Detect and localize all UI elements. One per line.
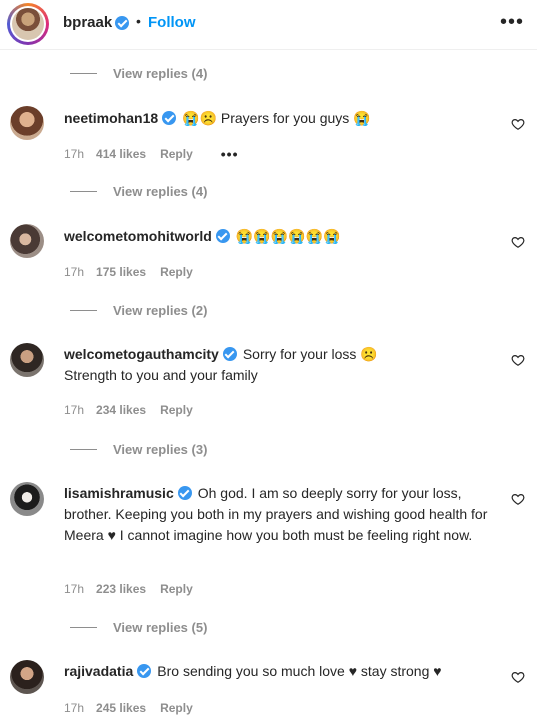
reply-button[interactable]: Reply: [160, 147, 193, 161]
comment-username[interactable]: rajivadatia: [64, 663, 133, 679]
comment-meta: 17h 234 likes Reply: [64, 403, 193, 417]
comment-meta: 17h 414 likes Reply •••: [64, 146, 238, 162]
heart-icon[interactable]: [511, 492, 525, 506]
header-avatar[interactable]: [7, 3, 49, 45]
comment-more-icon[interactable]: •••: [221, 146, 239, 162]
reply-button[interactable]: Reply: [160, 582, 193, 596]
more-options-icon[interactable]: •••: [500, 12, 524, 32]
comment-time: 17h: [64, 265, 85, 279]
comment-likes[interactable]: 175 likes: [96, 265, 146, 279]
replies-divider: [70, 191, 97, 192]
heart-icon[interactable]: [511, 353, 525, 367]
reply-button[interactable]: Reply: [160, 701, 193, 715]
verified-icon: [115, 16, 129, 30]
verified-icon: [177, 486, 192, 500]
heart-icon[interactable]: [511, 670, 525, 684]
header-username[interactable]: bpraak: [63, 14, 112, 31]
replies-divider: [70, 449, 97, 450]
comment-body: welcometogauthamcity Sorry for your loss …: [64, 344, 494, 386]
view-replies-button[interactable]: View replies (5): [70, 620, 207, 635]
view-replies-label: View replies (5): [113, 620, 208, 635]
verified-icon: [137, 664, 152, 678]
comment-text: 😭☹️ Prayers for you guys 😭: [182, 110, 371, 126]
verified-icon: [222, 347, 237, 361]
comment-text: Bro sending you so much love ♥ stay stro…: [157, 663, 442, 679]
avatar[interactable]: [10, 106, 44, 140]
separator-dot: •: [136, 13, 141, 29]
comment-text: Sorry for your loss ☹️: [242, 346, 378, 362]
comment-text: 😭😭😭😭😭😭: [235, 228, 341, 244]
view-replies-button[interactable]: View replies (4): [70, 66, 207, 81]
heart-icon[interactable]: [511, 117, 525, 131]
comment-likes[interactable]: 223 likes: [96, 582, 146, 596]
comment-likes[interactable]: 234 likes: [96, 403, 146, 417]
comment-time: 17h: [64, 147, 85, 161]
comment-body: rajivadatia Bro sending you so much love …: [64, 661, 494, 682]
follow-button[interactable]: Follow: [148, 14, 196, 31]
reply-button[interactable]: Reply: [160, 265, 193, 279]
comment-meta: 17h 175 likes Reply: [64, 265, 193, 279]
view-replies-label: View replies (2): [113, 303, 208, 318]
comment-username[interactable]: welcometogauthamcity: [64, 346, 219, 362]
avatar[interactable]: [10, 343, 44, 377]
comment-meta: 17h 223 likes Reply: [64, 582, 193, 596]
replies-divider: [70, 310, 97, 311]
replies-divider: [70, 627, 97, 628]
verified-icon: [162, 111, 177, 125]
avatar[interactable]: [10, 482, 44, 516]
post-header: bpraak • Follow •••: [0, 0, 537, 50]
avatar[interactable]: [10, 660, 44, 694]
avatar[interactable]: [10, 224, 44, 258]
comment-meta: 17h 245 likes Reply: [64, 701, 193, 715]
comment-body: welcometomohitworld 😭😭😭😭😭😭: [64, 226, 494, 247]
comment-time: 17h: [64, 582, 85, 596]
comment-time: 17h: [64, 701, 85, 715]
replies-divider: [70, 73, 97, 74]
view-replies-label: View replies (4): [113, 66, 208, 81]
comment-body: lisamishramusic Oh god. I am so deeply so…: [64, 483, 494, 546]
reply-button[interactable]: Reply: [160, 403, 193, 417]
view-replies-label: View replies (3): [113, 442, 208, 457]
comment-username[interactable]: neetimohan18: [64, 110, 158, 126]
comment-username[interactable]: lisamishramusic: [64, 485, 174, 501]
heart-icon[interactable]: [511, 235, 525, 249]
comment-time: 17h: [64, 403, 85, 417]
view-replies-button[interactable]: View replies (4): [70, 184, 207, 199]
view-replies-button[interactable]: View replies (2): [70, 303, 207, 318]
comment-text-line2: Strength to you and your family: [64, 367, 258, 383]
comment-body: neetimohan18 😭☹️ Prayers for you guys 😭: [64, 108, 494, 129]
comment-likes[interactable]: 414 likes: [96, 147, 146, 161]
comment-username[interactable]: welcometomohitworld: [64, 228, 212, 244]
comment-likes[interactable]: 245 likes: [96, 701, 146, 715]
view-replies-label: View replies (4): [113, 184, 208, 199]
verified-icon: [215, 229, 230, 243]
view-replies-button[interactable]: View replies (3): [70, 442, 207, 457]
